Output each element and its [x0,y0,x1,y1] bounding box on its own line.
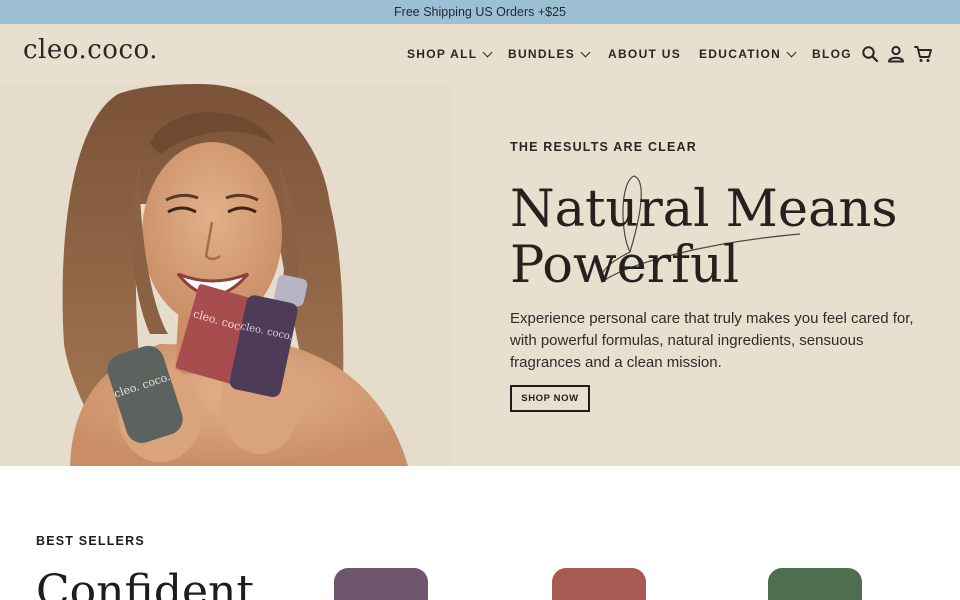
account-icon[interactable] [886,44,906,64]
best-sellers-heading: Confident [36,566,255,600]
nav-education-label: EDUCATION [699,47,782,61]
hero-headline: Natural Means Powerful [510,180,898,295]
product-card-image-1[interactable] [334,568,428,600]
announcement-text: Free Shipping US Orders +$25 [394,5,566,19]
hero-model-illustration: cleo. coco. cleo. coco. cleo. coco. [0,84,452,466]
hero-section: cleo. coco. cleo. coco. cleo. coco. THE … [0,84,960,466]
nav-shop-all-label: SHOP ALL [407,47,478,61]
hero-eyebrow: THE RESULTS ARE CLEAR [510,140,698,154]
nav-blog-label: BLOG [812,47,852,61]
nav-shop-all[interactable]: SHOP ALL [407,45,493,63]
nav-education[interactable]: EDUCATION [699,45,797,63]
best-sellers-label: BEST SELLERS [36,534,145,548]
nav-about-us-label: ABOUT US [608,47,682,61]
nav-bundles-label: BUNDLES [508,47,576,61]
hero-description: Experience personal care that truly make… [510,310,914,371]
site-header: cleo.coco. SHOP ALL BUNDLES ABOUT US EDU… [0,24,960,84]
cart-icon[interactable] [913,44,933,64]
product-card-image-3[interactable] [768,568,862,600]
chevron-down-icon [482,47,493,57]
chevron-down-icon [786,47,797,57]
nav-bundles[interactable]: BUNDLES [508,45,591,63]
shop-now-button[interactable]: SHOP NOW [510,385,590,412]
chevron-down-icon [580,47,591,57]
hero-image: cleo. coco. cleo. coco. cleo. coco. [0,84,452,466]
brand-logo[interactable]: cleo.coco. [23,35,158,65]
announcement-bar: Free Shipping US Orders +$25 [0,0,960,24]
nav-about-us[interactable]: ABOUT US [608,45,681,63]
nav-blog[interactable]: BLOG [812,45,852,63]
product-card-image-2[interactable] [552,568,646,600]
search-icon[interactable] [860,44,880,64]
